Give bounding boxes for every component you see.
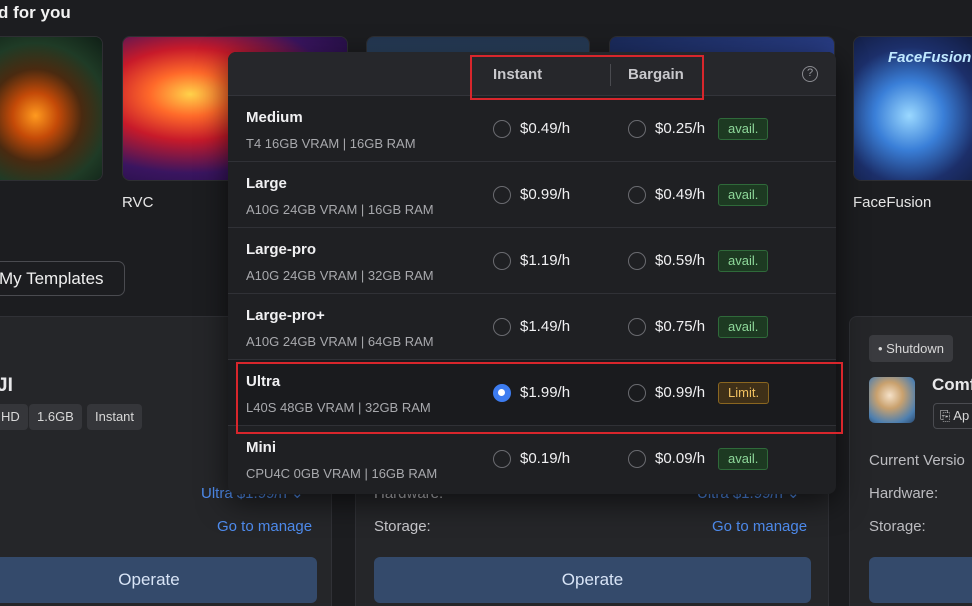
thumbnail-image [0, 37, 102, 180]
bargain-radio[interactable] [628, 120, 646, 138]
highlight-box-header [470, 55, 704, 100]
instant-radio[interactable] [493, 450, 511, 468]
hardware-option-medium[interactable]: Medium T4 16GB VRAM | 16GB RAM $0.49/h $… [228, 96, 836, 162]
option-name: Large-pro+ [246, 307, 325, 324]
template-thumbnail-facefusion[interactable]: FaceFusion [853, 36, 972, 181]
my-templates-button[interactable]: My Templates [0, 261, 125, 296]
instant-price: $0.49/h [520, 120, 571, 137]
option-name: Large-pro [246, 241, 317, 258]
availability-badge: avail. [718, 448, 769, 470]
hardware-option-large-pro-plus[interactable]: Large-pro+ A10G 24GB VRAM | 64GB RAM $1.… [228, 294, 836, 360]
tag-resolution: HD [0, 404, 28, 430]
help-icon[interactable]: ? [802, 66, 818, 82]
bargain-price: $0.59/h [655, 252, 706, 269]
operate-button[interactable]: Operate [374, 557, 811, 603]
availability-badge: avail. [718, 118, 769, 140]
tag-size: 1.6GB [29, 404, 82, 430]
option-spec: CPU4C 0GB VRAM | 16GB RAM [246, 466, 438, 481]
template-thumbnail-1[interactable] [0, 36, 103, 181]
hardware-option-large-pro[interactable]: Large-pro A10G 24GB VRAM | 32GB RAM $1.1… [228, 228, 836, 294]
thumbnail-label-rvc[interactable]: RVC [122, 194, 153, 211]
option-spec: A10G 24GB VRAM | 16GB RAM [246, 202, 434, 217]
thumbnail-overlay-text: FaceFusion [888, 49, 972, 66]
option-name: Large [246, 175, 287, 192]
storage-label: Storage: [869, 518, 926, 535]
availability-badge: avail. [718, 184, 769, 206]
thumbnail-label-facefusion[interactable]: FaceFusion [853, 194, 931, 211]
instant-radio[interactable] [493, 252, 511, 270]
highlight-box-ultra [236, 362, 843, 434]
storage-label: Storage: [374, 518, 431, 535]
bargain-radio[interactable] [628, 186, 646, 204]
go-to-manage-link[interactable]: Go to manage [712, 518, 807, 535]
current-version-label: Current Versio [869, 452, 965, 469]
hardware-option-large[interactable]: Large A10G 24GB VRAM | 16GB RAM $0.99/h … [228, 162, 836, 228]
option-name: Mini [246, 439, 276, 456]
instant-radio[interactable] [493, 120, 511, 138]
bargain-radio[interactable] [628, 252, 646, 270]
instant-price: $0.19/h [520, 450, 571, 467]
template-avatar [869, 377, 915, 423]
option-spec: A10G 24GB VRAM | 64GB RAM [246, 334, 434, 349]
bargain-radio[interactable] [628, 450, 646, 468]
bargain-price: $0.75/h [655, 318, 706, 335]
option-name: Medium [246, 109, 303, 126]
template-card-3: • Shutdown Comf ⎘ Ap Current Versio Hard… [849, 316, 972, 606]
card-title: Comf [932, 375, 972, 394]
availability-badge: avail. [718, 250, 769, 272]
instant-price: $1.49/h [520, 318, 571, 335]
instant-price: $1.19/h [520, 252, 571, 269]
tag-mode: Instant [87, 404, 143, 430]
availability-badge: avail. [718, 316, 769, 338]
bargain-radio[interactable] [628, 318, 646, 336]
status-badge: • Shutdown [869, 335, 953, 362]
section-title: d for you [0, 3, 71, 22]
operate-button[interactable] [869, 557, 972, 603]
bargain-price: $0.09/h [655, 450, 706, 467]
instant-radio[interactable] [493, 318, 511, 336]
instant-radio[interactable] [493, 186, 511, 204]
card-title: JI [0, 375, 13, 396]
option-spec: T4 16GB VRAM | 16GB RAM [246, 136, 416, 151]
hardware-option-mini[interactable]: Mini CPU4C 0GB VRAM | 16GB RAM $0.19/h $… [228, 426, 836, 492]
copy-app-button[interactable]: ⎘ Ap [933, 403, 972, 429]
hardware-label: Hardware: [869, 485, 939, 502]
bargain-price: $0.25/h [655, 120, 706, 137]
option-spec: A10G 24GB VRAM | 32GB RAM [246, 268, 434, 283]
bargain-price: $0.49/h [655, 186, 706, 203]
operate-button[interactable]: Operate [0, 557, 317, 603]
go-to-manage-link[interactable]: Go to manage [217, 518, 312, 535]
instant-price: $0.99/h [520, 186, 571, 203]
